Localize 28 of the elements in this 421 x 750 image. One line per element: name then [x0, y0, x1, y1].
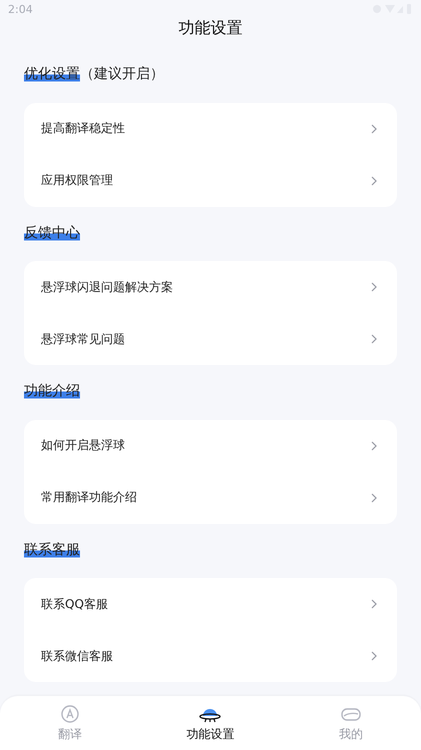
settings-row[interactable]: 常用翻译功能介绍 — [24, 472, 397, 524]
status-time: 2:04 — [8, 2, 33, 16]
tab-item[interactable]: 功能设置 — [160, 704, 260, 742]
row-label: 应用权限管理 — [41, 172, 113, 189]
settings-row[interactable]: 联系微信客服 — [24, 630, 397, 682]
settings-row[interactable]: 悬浮球闪退问题解决方案 — [24, 261, 397, 313]
row-label: 悬浮球闪退问题解决方案 — [41, 278, 173, 296]
chevron-icon — [371, 282, 377, 292]
row-label: 联系QQ客服 — [41, 596, 108, 612]
chevron-icon — [371, 492, 377, 502]
row-label: 提高翻译稳定性 — [41, 120, 125, 137]
chevron-icon — [371, 124, 377, 134]
row-label: 常用翻译功能介绍 — [41, 489, 137, 506]
chevron-icon — [371, 334, 377, 344]
chevron-icon — [371, 599, 377, 609]
chevron-icon — [371, 651, 377, 661]
settings-row[interactable]: 提高翻译稳定性 — [24, 102, 397, 154]
row-label: 如何开启悬浮球 — [41, 437, 125, 454]
letter-circle-icon — [60, 704, 80, 724]
page-title: 功能设置 — [178, 18, 244, 39]
settings-row[interactable]: 联系QQ客服 — [24, 578, 397, 630]
chevron-icon — [371, 440, 377, 450]
settings-row[interactable]: 应用权限管理 — [24, 154, 397, 206]
row-label: 联系微信客服 — [41, 648, 113, 664]
settings-row[interactable]: 如何开启悬浮球 — [24, 420, 397, 472]
settings-row[interactable]: 悬浮球常见问题 — [24, 313, 397, 365]
chevron-icon — [371, 176, 377, 186]
row-label: 悬浮球常见问题 — [41, 330, 125, 348]
